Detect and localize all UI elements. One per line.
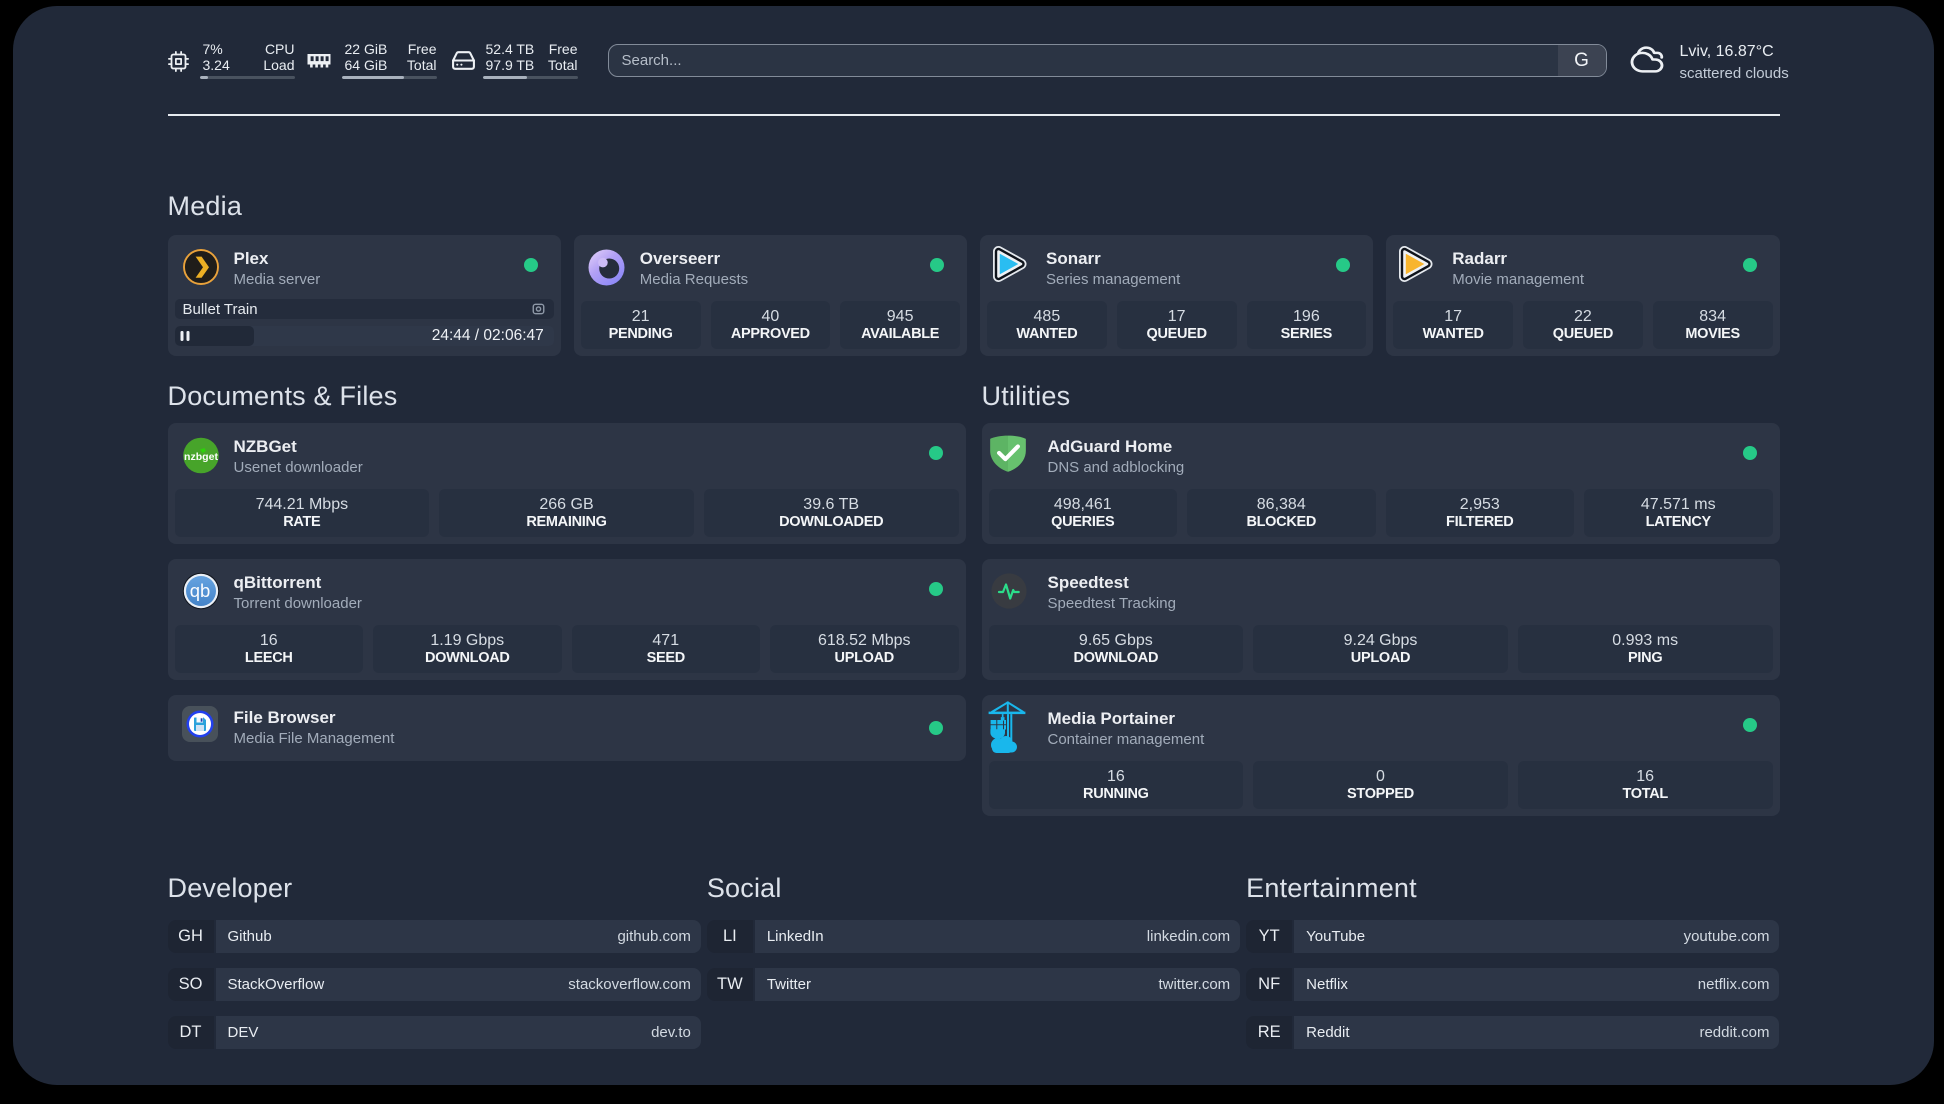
svg-text:qb: qb	[189, 580, 210, 601]
svg-text:nzbget: nzbget	[184, 451, 219, 463]
